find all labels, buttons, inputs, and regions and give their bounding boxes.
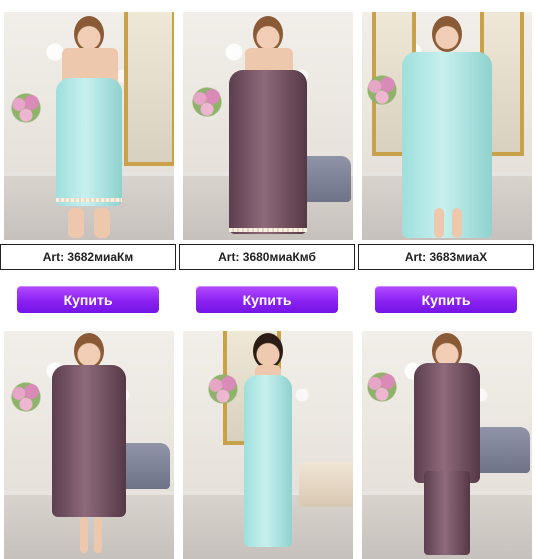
article-label-1: Art: 3682миаКм	[0, 244, 176, 270]
article-label-3: Art: 3683миаХ	[358, 244, 534, 270]
buy-button-3[interactable]: Купить	[375, 286, 517, 313]
article-label-2: Art: 3680миаКмб	[179, 244, 355, 270]
product-image-3[interactable]	[362, 12, 532, 240]
product-image-1[interactable]	[4, 12, 174, 240]
product-grid: Art: 3682миаКм Купить Art: 3680миаКмб Ку…	[0, 0, 545, 559]
product-image-4[interactable]	[4, 331, 174, 559]
product-image-5[interactable]	[183, 331, 353, 559]
product-image-2[interactable]	[183, 12, 353, 240]
buy-button-1[interactable]: Купить	[17, 286, 159, 313]
product-image-6[interactable]	[362, 331, 532, 559]
buy-button-2[interactable]: Купить	[196, 286, 338, 313]
